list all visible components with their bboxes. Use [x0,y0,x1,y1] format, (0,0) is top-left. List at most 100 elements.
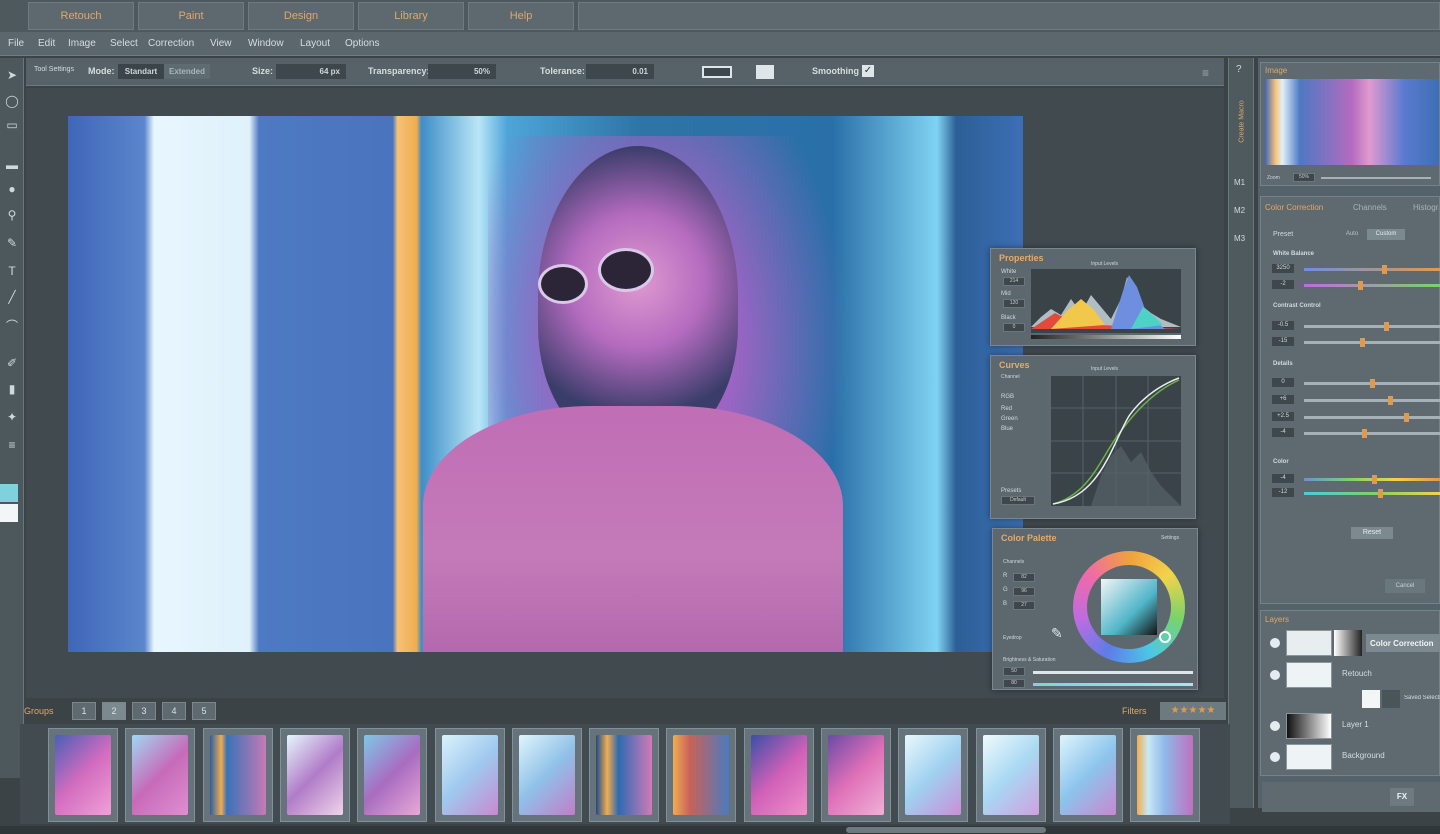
preset-auto[interactable]: Auto [1339,229,1365,240]
details-input-3[interactable]: +2.5 [1272,412,1294,421]
curves-preset-select[interactable]: Default [1001,496,1035,505]
layer-visibility-icon[interactable] [1270,670,1280,680]
preset-custom[interactable]: Custom [1367,229,1405,240]
marquee-tool-icon[interactable]: ▭ [3,116,21,134]
mode-standard-button[interactable]: Standart [118,64,164,79]
layer-saved-selection[interactable]: Saved Selection [1262,688,1440,710]
tab-library[interactable]: Library [358,2,464,30]
wb-temp-input[interactable]: 3250 [1272,264,1294,273]
line-tool-icon[interactable]: ╱ [3,288,21,306]
layer-visibility-icon[interactable] [1270,752,1280,762]
color-slider-2[interactable] [1304,489,1440,498]
brightness-input[interactable]: 50 [1003,667,1025,676]
filmstrip-thumbnail[interactable] [357,728,428,822]
filmstrip-thumbnail[interactable] [125,728,196,822]
brightness-slider[interactable] [1033,671,1193,674]
wb-tint-slider[interactable] [1304,281,1440,290]
filters-rating[interactable]: ★★★★★ [1160,702,1226,720]
options-menu-icon[interactable]: ≡ [1202,66,1209,80]
tab-paint[interactable]: Paint [138,2,244,30]
filmstrip-thumbnail[interactable] [666,728,737,822]
create-macro-label[interactable]: Create Macro [1239,89,1246,155]
move-tool-icon[interactable]: ➤ [3,66,21,84]
menu-window[interactable]: Window [248,38,284,49]
horizontal-scrollbar[interactable] [0,826,1440,834]
eyedropper-tool-icon[interactable]: ✐ [3,354,21,372]
menu-image[interactable]: Image [68,38,96,49]
layer-name[interactable]: Retouch [1342,669,1372,678]
saturation-input[interactable]: 80 [1003,679,1025,688]
zoom-input[interactable]: 50% [1293,173,1315,182]
macro-m1[interactable]: M1 [1234,178,1245,187]
eyedrop-label[interactable]: Eyedrop [1003,635,1022,641]
filmstrip-thumbnail[interactable] [511,728,582,822]
size-input[interactable]: 64 px [276,64,346,79]
contrast-slider-2[interactable] [1304,338,1440,347]
curves-channel-red[interactable]: Red [1001,406,1012,412]
menu-edit[interactable]: Edit [38,38,55,49]
menu-correction[interactable]: Correction [148,38,194,49]
brush-tool-icon[interactable]: ✎ [3,234,21,252]
color-correction-tab[interactable]: Color Correction [1265,203,1323,212]
details-input-4[interactable]: -4 [1272,428,1294,437]
mid-input[interactable]: 120 [1003,299,1025,308]
align-icon[interactable] [702,66,732,78]
zoom-slider[interactable] [1321,177,1431,179]
layer-name[interactable]: Layer 1 [1342,720,1369,729]
tab-retouch[interactable]: Retouch [28,2,134,30]
details-slider-1[interactable] [1304,379,1440,388]
color-wheel-handle[interactable] [1159,631,1171,643]
filmstrip-thumbnail[interactable] [202,728,273,822]
reset-button[interactable]: Reset [1351,527,1393,539]
filmstrip-thumbnail[interactable] [975,728,1046,822]
eyedropper-icon[interactable]: ✎ [1051,625,1063,642]
group-button-1[interactable]: 1 [72,702,96,720]
grid-tool-icon[interactable]: ≡ [3,436,21,454]
macro-m2[interactable]: M2 [1234,206,1245,215]
channel-g-input[interactable]: 96 [1013,587,1035,596]
layer-color-correction[interactable]: Color Correction [1262,628,1440,658]
crop-tool-icon[interactable]: ▬ [3,156,21,174]
color-square[interactable] [1101,579,1157,635]
contrast-input-1[interactable]: -0.5 [1272,321,1294,330]
transparency-input[interactable]: 50% [428,64,496,79]
foreground-color-swatch[interactable] [0,484,18,502]
fx-button[interactable]: FX [1390,788,1414,806]
navigator-thumbnail[interactable] [1265,79,1439,165]
menu-view[interactable]: View [210,38,232,49]
curves-channel-blue[interactable]: Blue [1001,426,1013,432]
color-palette-settings[interactable]: Settings [1161,535,1179,541]
smoothing-checkbox[interactable]: ✓ [862,65,874,77]
background-color-swatch[interactable] [0,504,18,522]
filmstrip-thumbnail[interactable] [743,728,814,822]
menu-layout[interactable]: Layout [300,38,330,49]
white-input[interactable]: 214 [1003,277,1025,286]
tab-design[interactable]: Design [248,2,354,30]
layer-retouch[interactable]: Retouch [1262,660,1440,690]
filmstrip-thumbnail[interactable] [898,728,969,822]
eraser-tool-icon[interactable]: ▮ [3,380,21,398]
mask-icon[interactable] [756,65,774,79]
details-slider-4[interactable] [1304,429,1440,438]
layer-visibility-icon[interactable] [1270,638,1280,648]
layer-background[interactable]: Background [1262,742,1440,772]
layer-name[interactable]: Color Correction [1370,639,1440,648]
canvas-photo[interactable] [68,116,1023,652]
filmstrip-thumbnail[interactable] [279,728,350,822]
group-button-5[interactable]: 5 [192,702,216,720]
group-button-4[interactable]: 4 [162,702,186,720]
filmstrip-thumbnail[interactable] [821,728,891,822]
details-slider-3[interactable] [1304,413,1440,422]
curves-graph[interactable] [1051,376,1181,506]
menu-file[interactable]: File [8,38,24,49]
menu-select[interactable]: Select [110,38,138,49]
contrast-input-2[interactable]: -15 [1272,337,1294,346]
mode-extended-button[interactable]: Extended [164,64,210,79]
wb-tint-input[interactable]: -2 [1272,280,1294,289]
details-input-1[interactable]: 0 [1272,378,1294,387]
filmstrip-thumbnail[interactable] [1052,728,1123,822]
contrast-slider-1[interactable] [1304,322,1440,331]
channel-b-input[interactable]: 27 [1013,601,1035,610]
filmstrip-thumbnail[interactable] [48,728,118,822]
group-button-2[interactable]: 2 [102,702,126,720]
